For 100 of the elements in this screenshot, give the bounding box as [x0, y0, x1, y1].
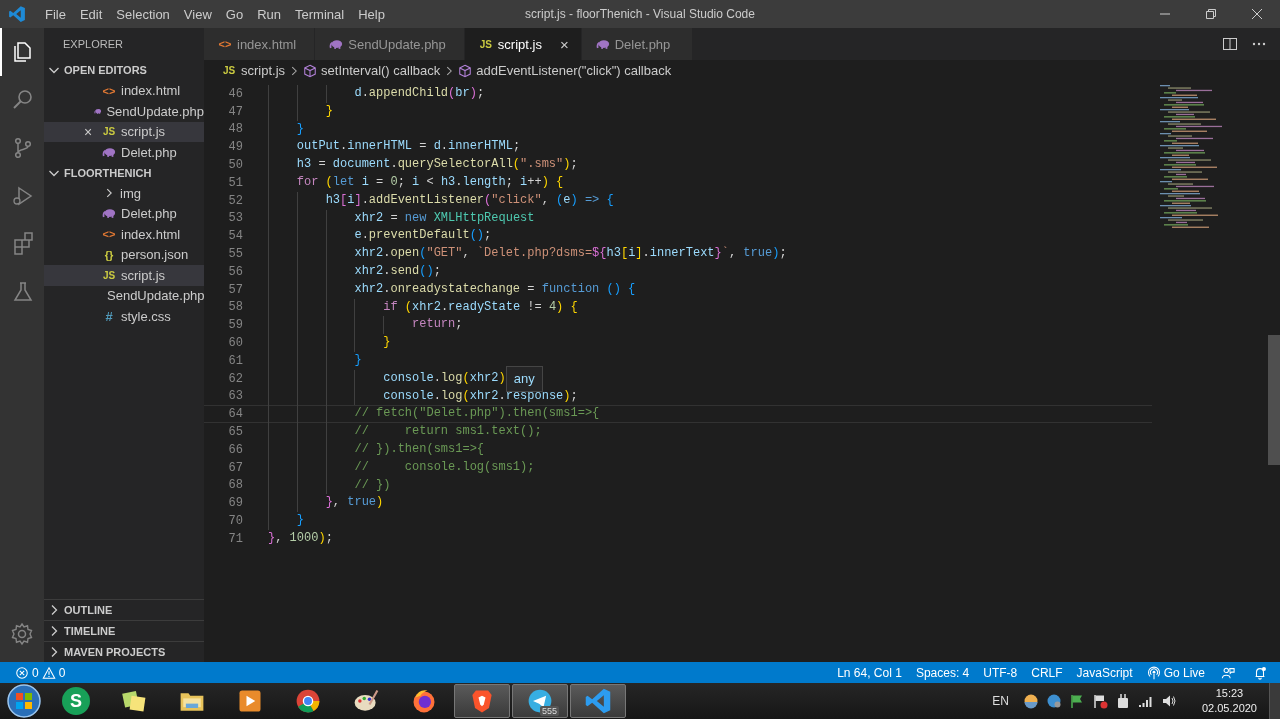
line-number: 61 [227, 353, 244, 368]
notification-count: 555 [539, 706, 559, 716]
elephant-icon [329, 38, 344, 50]
line-number: 68 [227, 478, 244, 493]
flag-icon[interactable] [1068, 693, 1085, 709]
code-line: // console.log(sms1); [268, 458, 535, 477]
line-number: 50 [227, 158, 244, 173]
menu-item[interactable]: Help [351, 6, 392, 22]
menu-item[interactable]: Selection [109, 6, 177, 22]
menu-item[interactable]: Terminal [288, 6, 352, 22]
split-editor-icon[interactable] [1222, 36, 1238, 52]
status-bar-item[interactable]: UTF-8 [976, 665, 1025, 680]
file-tree-item[interactable]: # style.css [44, 306, 204, 327]
section-header[interactable]: OPEN EDITORS [44, 60, 204, 81]
file-tree-item[interactable]: img [44, 183, 204, 204]
hover-tooltip: any [505, 365, 543, 392]
status-bar-item[interactable]: Go Live [1139, 665, 1212, 680]
line-number: 66 [227, 442, 244, 457]
settings-icon[interactable] [10, 622, 34, 646]
start-button[interactable] [6, 683, 42, 719]
code-line: }, 1000); [268, 529, 333, 547]
line-number: 52 [227, 193, 244, 208]
code-line: // }) [268, 476, 391, 495]
status-bar-item[interactable]: Ln 64, Col 1 [830, 665, 909, 680]
scrollbar-thumb[interactable] [1268, 335, 1280, 465]
code-line: // }).then(sms1=>{ [268, 440, 485, 459]
editor-tab[interactable]: <> index.html [204, 28, 316, 60]
menu-item[interactable]: View [176, 6, 219, 22]
line-number: 59 [227, 318, 244, 333]
browser-icon [294, 687, 322, 715]
editor-tab[interactable]: SendUpdate.php [315, 28, 465, 60]
vscode-logo-icon [8, 5, 26, 23]
elephant-icon [595, 38, 610, 50]
open-editor-item[interactable]: Delet.php [44, 142, 204, 163]
error-icon [15, 665, 29, 680]
restore-icon [1205, 8, 1217, 20]
line-number: 46 [227, 86, 244, 101]
breadcrumb-item[interactable]: addEventListener("click") callback [458, 63, 672, 78]
status-bar-item[interactable]: Spaces: 4 [908, 665, 977, 680]
menu-item[interactable]: Run [250, 6, 288, 22]
flag-icon[interactable] [1091, 693, 1108, 709]
weather-icon[interactable] [1022, 693, 1039, 709]
editor-tab[interactable]: JS script.js × [464, 28, 582, 60]
flask-icon [11, 280, 35, 304]
line-number: 48 [227, 122, 244, 137]
file-tree-item[interactable]: JS script.js [44, 265, 204, 286]
breadcrumb-item[interactable]: setInterval() callback [303, 63, 441, 78]
line-number: 64 [227, 407, 244, 422]
line-number: 58 [227, 300, 244, 315]
line-number: 56 [227, 264, 244, 279]
breadcrumb-item[interactable]: JS script.js [222, 63, 286, 78]
taskbar-button[interactable]: 555 [512, 684, 568, 718]
code-line: h3 = document.querySelectorAll(".sms"); [268, 156, 578, 174]
line-number: 63 [227, 389, 244, 404]
elephant-icon [102, 208, 116, 220]
file-tree-item[interactable]: {} person.json [44, 244, 204, 265]
code-line: if (xhr2.readyState != 4) { [268, 298, 578, 317]
app-logo-icon: S [62, 687, 90, 715]
status-bar-item[interactable]: JavaScript [1069, 665, 1140, 680]
code-line: xhr2 = new XMLHttpRequest [268, 209, 535, 228]
open-editor-item[interactable]: <> index.html [44, 80, 204, 101]
menu-item[interactable]: Go [218, 6, 251, 22]
language-indicator[interactable]: EN [992, 694, 1009, 708]
window-title: script.js - floorThenich - Visual Studio Code [525, 7, 755, 21]
code-line: e.preventDefault(); [268, 227, 492, 246]
speaker-icon[interactable] [1160, 693, 1177, 709]
line-number: 70 [227, 514, 244, 528]
run-icon [11, 184, 35, 208]
open-editor-item[interactable]: SendUpdate.php [44, 101, 204, 122]
file-tree-item[interactable]: Delet.php [44, 203, 204, 224]
line-number: 67 [227, 460, 244, 475]
code-line: } [268, 120, 304, 139]
editor-tab[interactable]: Delet.php [581, 28, 693, 60]
line-number: 55 [227, 247, 244, 262]
code-line: xhr2.onreadystatechange = function () { [268, 280, 636, 299]
file-tree-item[interactable]: <> index.html [44, 224, 204, 245]
close-icon [1251, 8, 1263, 20]
menu-item[interactable]: File [38, 6, 73, 22]
section-header[interactable]: FLOORTHENICH [44, 162, 204, 183]
status-bar-item[interactable]: CRLF [1024, 665, 1070, 680]
code-line: xhr2.open("GET", `Delet.php?dsms=${h3[i].innerText}`, true); [268, 245, 787, 263]
code-line: }, true) [268, 494, 384, 513]
file-tree-item[interactable]: SendUpdate.php [44, 285, 204, 306]
problems-indicator[interactable]: 0 0 [8, 665, 73, 680]
globe-icon[interactable] [1045, 693, 1062, 709]
open-editor-item[interactable]: × JS script.js [44, 121, 204, 142]
line-number: 51 [227, 175, 244, 190]
line-number: 49 [227, 140, 244, 155]
clock[interactable]: 15:23 02.05.2020 [1201, 686, 1257, 716]
code-line: h3[i].addEventListener("click", (e) => { [268, 191, 614, 210]
code-line: return; [268, 316, 463, 335]
bell-icon[interactable] [1253, 665, 1267, 680]
cube-icon [458, 63, 473, 78]
line-number: 60 [227, 336, 244, 351]
code-line: outPut.innerHTML = d.innerHTML; [268, 138, 521, 157]
code-line: } [268, 102, 333, 121]
menu-item[interactable]: Edit [72, 6, 110, 22]
feedback-icon[interactable] [1221, 665, 1235, 680]
code-line: // return sms1.text(); [268, 423, 542, 441]
taskbar-button[interactable] [454, 684, 510, 718]
